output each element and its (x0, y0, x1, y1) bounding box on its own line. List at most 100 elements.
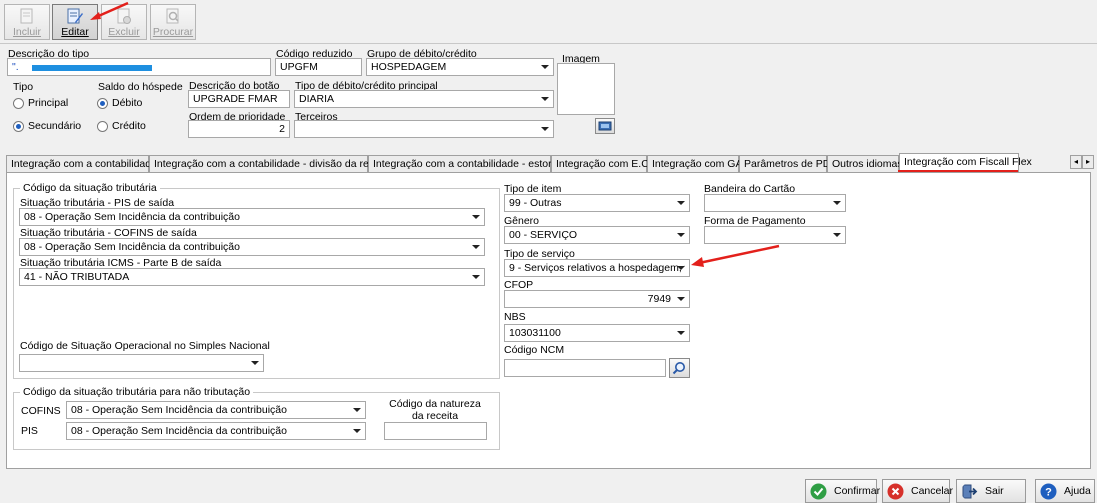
ncm-search-button[interactable] (669, 358, 690, 378)
tipo-principal-radio[interactable] (13, 98, 24, 109)
tipo-label: Tipo (13, 81, 34, 93)
ncm-input[interactable] (504, 359, 666, 377)
nt-pis-select[interactable]: 08 - Operação Sem Incidência da contribu… (66, 422, 366, 440)
help-icon: ? (1040, 483, 1057, 500)
tipo-servico-value: 9 - Serviços relativos a hospedagem, tur… (509, 262, 685, 274)
tipo-item-select[interactable]: 99 - Outras (504, 194, 690, 212)
tipo-item-value: 99 - Outras (509, 197, 562, 209)
forma-select[interactable] (704, 226, 846, 244)
icms-value: 41 - NÃO TRIBUTADA (24, 271, 130, 283)
codigo-input[interactable]: UPGFM (275, 58, 362, 76)
nt-cofins-value: 08 - Operação Sem Incidência da contribu… (71, 404, 287, 416)
csosn-select[interactable] (19, 354, 264, 372)
tipo-servico-select[interactable]: 9 - Serviços relativos a hospedagem, tur… (504, 259, 690, 277)
ordem-input[interactable]: 2 (188, 120, 290, 138)
chevron-down-icon (677, 233, 685, 237)
grupo-value: HOSPEDAGEM (371, 61, 447, 73)
chevron-down-icon (541, 97, 549, 101)
cfop-select[interactable]: 7949 (504, 290, 690, 308)
nt-group-title: Código da situação tributária para não t… (20, 386, 254, 398)
genero-value: 00 - SERVIÇO (509, 229, 578, 241)
cofins-select[interactable]: 08 - Operação Sem Incidência da contribu… (19, 238, 485, 256)
tipo-principal-label: Principal (28, 97, 69, 109)
natureza-label: Código da natureza da receita (389, 398, 481, 422)
chevron-down-icon (677, 297, 685, 301)
confirmar-button[interactable]: Confirmar (805, 479, 881, 503)
tipo-secundario-label: Secundário (28, 120, 82, 132)
saldo-label: Saldo do hóspede (98, 81, 183, 93)
ncm-label: Código NCM (504, 344, 565, 356)
cst-group-title: Código da situação tributária (20, 182, 160, 194)
cancelar-button[interactable]: Cancelar (882, 479, 954, 503)
cofins-value: 08 - Operação Sem Incidência da contribu… (24, 241, 240, 253)
tipo-secundario-radio[interactable] (13, 121, 24, 132)
chevron-down-icon (472, 245, 480, 249)
saldo-credito-radio[interactable] (97, 121, 108, 132)
tab-gap[interactable]: Integração com GAP (647, 155, 749, 172)
confirmar-label: Confirmar (834, 485, 881, 497)
chevron-down-icon (833, 233, 841, 237)
svg-text:?: ? (1045, 487, 1052, 499)
natureza-input[interactable] (384, 422, 487, 440)
nt-cofins-select[interactable]: 08 - Operação Sem Incidência da contribu… (66, 401, 366, 419)
descricao-value: ". (12, 61, 19, 73)
sair-button[interactable]: Sair (956, 479, 1026, 503)
tab-pdv[interactable]: Parâmetros de PDV (739, 155, 837, 172)
annotation-arrow-icon (691, 244, 780, 267)
csosn-label: Código de Situação Operacional no Simple… (20, 340, 270, 352)
chevron-down-icon (353, 408, 361, 412)
chevron-down-icon (251, 361, 259, 365)
procurar-button[interactable]: Procurar (150, 4, 196, 40)
tab-idiomas[interactable]: Outros idiomas (827, 155, 903, 172)
chevron-left-icon: ◂ (1073, 157, 1078, 166)
nt-cofins-label: COFINS (21, 405, 61, 417)
imagem-box[interactable] (557, 63, 615, 115)
ajuda-button[interactable]: ? Ajuda (1035, 479, 1095, 503)
toolbar-divider (0, 43, 1097, 44)
imagem-select-button[interactable] (595, 118, 615, 134)
search-icon (672, 362, 685, 375)
chevron-down-icon (677, 331, 685, 335)
document-add-icon (20, 8, 33, 24)
incluir-button[interactable]: Incluir (4, 4, 50, 40)
redacted-text (32, 65, 152, 71)
tab-scroll-right-button[interactable]: ▸ (1082, 155, 1094, 169)
tab-contabilidade[interactable]: Integração com a contabilidade (6, 155, 157, 172)
botao-input[interactable]: UPGRADE FMAR (188, 90, 290, 108)
chevron-down-icon (472, 215, 480, 219)
bandeira-select[interactable] (704, 194, 846, 212)
saldo-debito-radio[interactable] (97, 98, 108, 109)
cancelar-label: Cancelar (911, 485, 954, 497)
chevron-down-icon (677, 266, 685, 270)
grupo-select[interactable]: HOSPEDAGEM (366, 58, 554, 76)
tab-contabilidade-divisao[interactable]: Integração com a contabilidade - divisão… (149, 155, 391, 172)
cfop-value: 7949 (647, 293, 671, 305)
icms-select[interactable]: 41 - NÃO TRIBUTADA (19, 268, 485, 286)
pis-select[interactable]: 08 - Operação Sem Incidência da contribu… (19, 208, 485, 226)
sair-label: Sair (985, 485, 1004, 497)
procurar-label: Procurar (152, 26, 194, 38)
chevron-down-icon (833, 201, 841, 205)
check-icon (810, 483, 827, 500)
genero-select[interactable]: 00 - SERVIÇO (504, 226, 690, 244)
chevron-down-icon (353, 429, 361, 433)
editar-label: Editar (61, 26, 89, 38)
tab-contabilidade-estorno[interactable]: Integração com a contabilidade - estorno (368, 155, 563, 172)
nbs-label: NBS (504, 311, 526, 323)
descricao-input[interactable]: ". (7, 58, 271, 76)
tipo-dc-value: DIARIA (299, 93, 335, 105)
nbs-select[interactable]: 103031100 (504, 324, 690, 342)
chevron-down-icon (472, 275, 480, 279)
tab-scroll-left-button[interactable]: ◂ (1070, 155, 1082, 169)
saldo-debito-label: Débito (112, 97, 143, 109)
fiscall-flex-panel: Código da situação tributária Situação t… (6, 172, 1091, 469)
terceiros-select[interactable] (294, 120, 554, 138)
ajuda-label: Ajuda (1064, 485, 1091, 497)
edit-icon (67, 8, 83, 24)
chevron-down-icon (541, 127, 549, 131)
saldo-credito-label: Crédito (112, 120, 146, 132)
nt-pis-label: PIS (21, 425, 38, 437)
tipo-dc-select[interactable]: DIARIA (294, 90, 554, 108)
chevron-right-icon: ▸ (1085, 157, 1090, 166)
tab-ecf[interactable]: Integração com E.C.F (551, 155, 658, 172)
